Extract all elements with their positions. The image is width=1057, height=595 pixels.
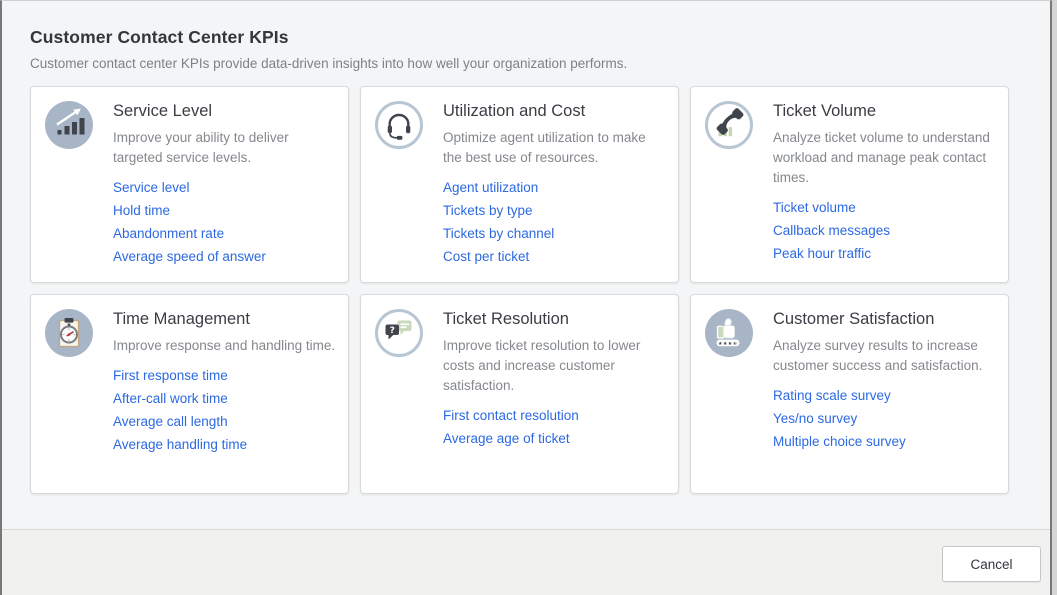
kpi-card: Ticket Volume Analyze ticket volume to u…: [690, 86, 1009, 283]
kpi-card-description: Improve ticket resolution to lower costs…: [443, 336, 666, 396]
kpi-link[interactable]: Rating scale survey: [773, 389, 996, 403]
kpi-card-title: Customer Satisfaction: [773, 308, 996, 330]
kpi-link[interactable]: Yes/no survey: [773, 412, 996, 426]
kpi-link[interactable]: Average speed of answer: [113, 250, 336, 264]
kpi-card-body: Ticket Volume Analyze ticket volume to u…: [773, 99, 996, 270]
kpi-card-body: Utilization and Cost Optimize agent util…: [443, 99, 666, 273]
kpi-card: Service Level Improve your ability to de…: [30, 86, 349, 283]
kpi-card-body: Service Level Improve your ability to de…: [113, 99, 336, 273]
kpi-link[interactable]: Hold time: [113, 204, 336, 218]
main-content: Customer Contact Center KPIs Customer co…: [2, 1, 1050, 529]
kpi-link[interactable]: Average age of ticket: [443, 432, 666, 446]
cancel-button[interactable]: Cancel: [942, 546, 1041, 582]
kpi-link[interactable]: Tickets by channel: [443, 227, 666, 241]
stopwatch-clipboard-icon: [45, 309, 93, 357]
footer-bar: Cancel: [2, 529, 1050, 595]
kpi-picker-window: Customer Contact Center KPIs Customer co…: [0, 0, 1052, 595]
kpi-link-list: Agent utilization Tickets by type Tickets …: [443, 181, 666, 264]
kpi-link[interactable]: Average handling time: [113, 438, 335, 452]
kpi-link-list: Ticket volume Callback messages Peak hour …: [773, 201, 996, 261]
kpi-link-list: First response time After-call work time A…: [113, 369, 335, 452]
thumbs-up-rating-icon: ★★★★ ★: [705, 309, 753, 357]
kpi-link-list: Service level Hold time Abandonment rate Av…: [113, 181, 336, 264]
kpi-link[interactable]: Agent utilization: [443, 181, 666, 195]
kpi-card-title: Ticket Volume: [773, 100, 996, 122]
kpi-card: ★★★★ ★ Customer Satisfaction Analyze sur…: [690, 294, 1009, 494]
kpi-link[interactable]: Ticket volume: [773, 201, 996, 215]
kpi-card: Time Management Improve response and han…: [30, 294, 349, 494]
kpi-link[interactable]: Average call length: [113, 415, 335, 429]
kpi-card-body: Time Management Improve response and han…: [113, 307, 335, 461]
kpi-link[interactable]: Abandonment rate: [113, 227, 336, 241]
kpi-link[interactable]: First response time: [113, 369, 335, 383]
kpi-card: ? Ticket Resolution Improve ticket resol…: [360, 294, 679, 494]
phone-volume-icon: [705, 101, 753, 149]
page-subtitle: Customer contact center KPIs provide dat…: [30, 55, 1050, 73]
kpi-card-description: Analyze ticket volume to understand work…: [773, 128, 996, 188]
kpi-card-title: Utilization and Cost: [443, 100, 666, 122]
kpi-link[interactable]: Tickets by type: [443, 204, 666, 218]
kpi-link-list: First contact resolution Average age of t…: [443, 409, 666, 446]
svg-text:★: ★: [734, 341, 739, 347]
kpi-link[interactable]: Callback messages: [773, 224, 996, 238]
kpi-card-body: Ticket Resolution Improve ticket resolut…: [443, 307, 666, 455]
kpi-link[interactable]: Service level: [113, 181, 336, 195]
kpi-card-title: Time Management: [113, 308, 335, 330]
svg-text:?: ?: [390, 326, 395, 336]
kpi-card: Utilization and Cost Optimize agent util…: [360, 86, 679, 283]
kpi-link[interactable]: After-call work time: [113, 392, 335, 406]
kpi-card-title: Service Level: [113, 100, 336, 122]
kpi-card-title: Ticket Resolution: [443, 308, 666, 330]
kpi-card-grid: Service Level Improve your ability to de…: [30, 86, 1050, 494]
kpi-link[interactable]: Multiple choice survey: [773, 435, 996, 449]
headset-icon: [375, 101, 423, 149]
kpi-link-list: Rating scale survey Yes/no survey Multiple…: [773, 389, 996, 449]
kpi-card-body: Customer Satisfaction Analyze survey res…: [773, 307, 996, 458]
kpi-link[interactable]: Cost per ticket: [443, 250, 666, 264]
kpi-card-description: Analyze survey results to increase custo…: [773, 336, 996, 376]
kpi-link[interactable]: First contact resolution: [443, 409, 666, 423]
kpi-card-description: Improve response and handling time.: [113, 336, 335, 356]
chat-question-icon: ?: [375, 309, 423, 357]
page-title: Customer Contact Center KPIs: [30, 27, 1050, 48]
kpi-card-description: Optimize agent utilization to make the b…: [443, 128, 666, 168]
kpi-link[interactable]: Peak hour traffic: [773, 247, 996, 261]
kpi-card-description: Improve your ability to deliver targeted…: [113, 128, 336, 168]
bar-chart-trend-icon: [45, 101, 93, 149]
